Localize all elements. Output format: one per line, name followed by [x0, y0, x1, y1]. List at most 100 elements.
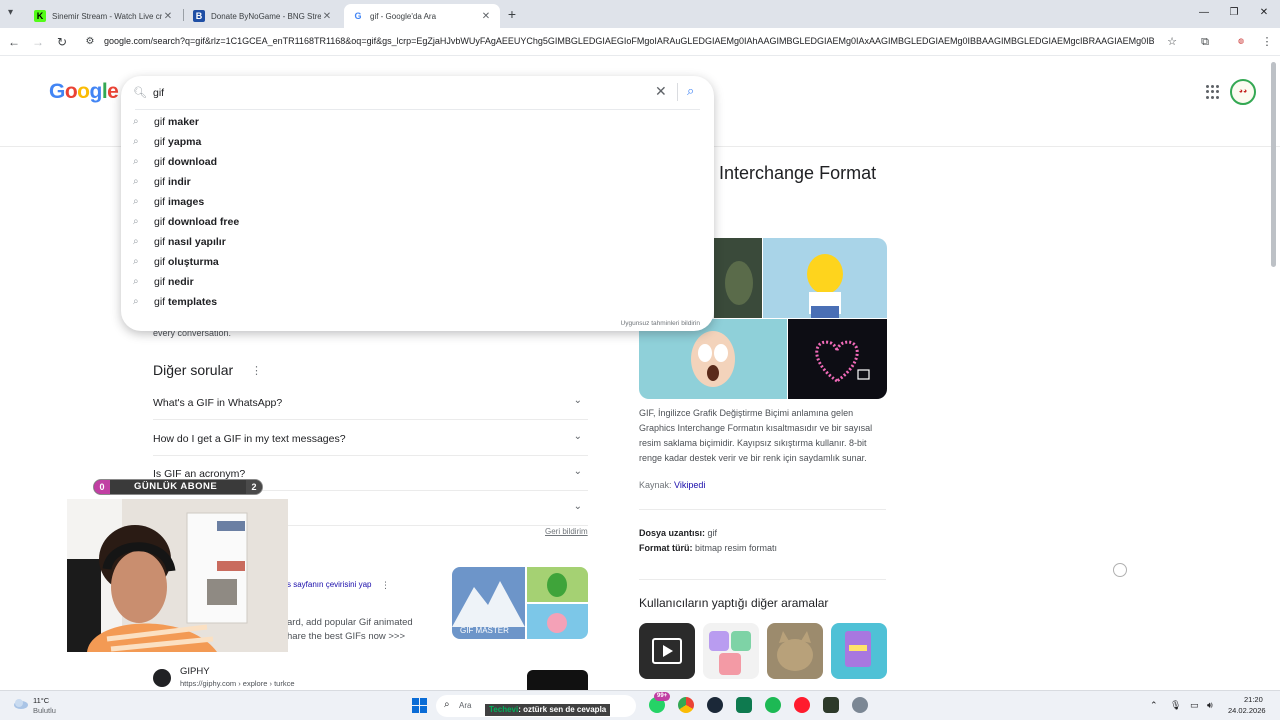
suggestion-completion: nasıl yapılır — [168, 236, 226, 248]
knowledge-panel-title: Interchange Format — [719, 163, 877, 183]
result-site-name[interactable]: GIPHY — [180, 666, 210, 677]
profile-icon[interactable]: ◍ — [1233, 34, 1249, 50]
suggestion-prefix: gif — [154, 116, 166, 128]
result-thumbnail[interactable] — [527, 670, 588, 690]
faq-item[interactable]: How do I get a GIF in my text messages? … — [153, 421, 588, 456]
result-thumbnails[interactable]: GIF MASTER — [452, 567, 588, 639]
more-options-icon[interactable]: ⋮ — [251, 364, 262, 377]
extensions-icon[interactable]: ⧉ — [1197, 34, 1213, 50]
site-info-icon[interactable]: ⚙ — [82, 34, 98, 50]
forward-arrow-icon[interactable]: → — [30, 34, 46, 50]
search-submit-icon[interactable]: ⌕ — [687, 83, 694, 99]
source-link[interactable]: Vikipedi — [674, 480, 705, 490]
clock-time[interactable]: 21:20 — [1244, 695, 1263, 704]
faq-question: How do I get a GIF in my text messages? — [153, 433, 346, 445]
knowledge-panel-source: Kaynak: Vikipedi — [639, 480, 705, 490]
microphone-icon[interactable]: 🎙︎ — [1170, 700, 1181, 711]
google-apps-icon[interactable] — [1206, 85, 1220, 99]
clock-date[interactable]: 24.02.2026 — [1228, 706, 1266, 715]
bookmark-star-icon[interactable]: ☆ — [1164, 34, 1180, 50]
tab-sinemir-stream[interactable]: K Sinemir Stream - Watch Live cr ✕ — [26, 4, 182, 28]
weather-temperature[interactable]: 11°C — [33, 696, 49, 705]
cloud-icon[interactable] — [12, 697, 30, 711]
search-icon: ⌕ — [133, 216, 139, 227]
weather-condition[interactable]: Bulutlu — [33, 706, 56, 715]
suggestion-item[interactable]: ⌕ gif download free — [121, 212, 714, 232]
result-url[interactable]: https://giphy.com › explore › turkce — [180, 679, 295, 688]
suggestion-completion: download free — [168, 216, 240, 228]
stream-chat-caption: Techevi: oztürk sen de cevapla — [485, 704, 611, 716]
tab-close-icon[interactable]: ✕ — [480, 11, 492, 22]
fact-value: gif — [707, 528, 718, 538]
new-tab-button[interactable]: + — [504, 6, 520, 22]
address-bar[interactable]: google.com/search?q=gif&rlz=1C1GCEA_enTR… — [104, 36, 1154, 50]
suggestion-item[interactable]: ⌕ gif maker — [121, 112, 714, 132]
suggestion-text: gif oluşturma — [154, 256, 219, 268]
suggestion-item[interactable]: ⌕ gif templates — [121, 292, 714, 312]
spotify-icon[interactable] — [765, 697, 781, 713]
steam-icon[interactable] — [707, 697, 723, 713]
back-arrow-icon[interactable]: ← — [6, 34, 22, 50]
settings-icon[interactable] — [852, 697, 868, 713]
result-options-icon[interactable]: ⋮ — [381, 580, 390, 591]
suggestion-item[interactable]: ⌕ gif download — [121, 152, 714, 172]
suggestion-completion: indir — [168, 176, 191, 188]
game-icon[interactable] — [823, 697, 839, 713]
suggestion-text: gif download — [154, 156, 217, 168]
minimize-icon[interactable]: — — [1197, 6, 1211, 20]
faq-item[interactable]: What's a GIF in WhatsApp? ⌄ — [153, 385, 588, 420]
search-placeholder: Ara — [459, 701, 472, 710]
other-search-dice-thumb[interactable] — [703, 623, 759, 679]
clear-icon[interactable]: ✕ — [655, 83, 667, 100]
tab-close-icon[interactable]: ✕ — [321, 11, 333, 22]
other-searches-title: Kullanıcıların yaptığı diğer aramalar — [639, 596, 829, 610]
feedback-link[interactable]: Geri bildirim — [545, 527, 588, 536]
tab-search-chevron-icon[interactable]: ▾ — [8, 7, 20, 19]
divider — [639, 579, 886, 580]
chevron-down-icon: ⌄ — [573, 501, 582, 512]
other-search-video-thumb[interactable] — [639, 623, 695, 679]
suggestion-item[interactable]: ⌕ gif nedir — [121, 272, 714, 292]
other-search-bmp-thumb[interactable] — [831, 623, 887, 679]
heart-gif-image[interactable] — [788, 319, 887, 399]
google-logo[interactable]: Google — [49, 80, 119, 104]
homer-gif-image[interactable] — [763, 238, 887, 318]
suggestion-item[interactable]: ⌕ gif oluşturma — [121, 252, 714, 272]
avatar[interactable]: ◕◕ — [1230, 79, 1256, 105]
report-predictions-link[interactable]: Uygunsuz tahminleri bildirin — [621, 320, 700, 327]
sub-bar-label: GÜNLÜK ABONE — [134, 481, 218, 492]
restore-icon[interactable]: ❐ — [1227, 6, 1241, 20]
suggestion-item[interactable]: ⌕ gif nasıl yapılır — [121, 232, 714, 252]
tray-chevron-up-icon[interactable]: ⌃ — [1150, 700, 1158, 711]
tab-close-icon[interactable]: ✕ — [162, 11, 174, 22]
suggestion-item[interactable]: ⌕ gif yapma — [121, 132, 714, 152]
search-icon: ⌕ — [133, 196, 139, 207]
reload-icon[interactable]: ↻ — [54, 34, 70, 50]
menu-dots-icon[interactable]: ⋮ — [1259, 34, 1275, 50]
other-search-cat-thumb[interactable] — [767, 623, 823, 679]
search-input[interactable] — [153, 85, 633, 101]
webcam-feed — [67, 499, 288, 652]
close-window-icon[interactable]: ✕ — [1257, 6, 1271, 20]
opera-icon[interactable] — [794, 697, 810, 713]
search-icon: ⌕ — [133, 276, 139, 287]
tab-donate-bynogame[interactable]: B Donate ByNoGame - BNG Strea ✕ — [185, 4, 341, 28]
chrome-icon[interactable] — [678, 697, 694, 713]
network-icon[interactable]: ▭ — [1190, 700, 1199, 711]
suggestion-completion: maker — [168, 116, 199, 128]
volume-icon[interactable]: 🔊︎ — [1207, 700, 1213, 711]
other-questions-title: Diğer sorular — [153, 362, 234, 378]
cartoon-gif-image[interactable] — [639, 319, 787, 399]
suggestion-prefix: gif — [154, 136, 166, 148]
page-scrollbar[interactable] — [1271, 62, 1276, 267]
tab-google-search[interactable]: G gif - Google'da Ara ✕ — [344, 4, 500, 28]
suggestion-prefix: gif — [154, 236, 166, 248]
suggestion-text: gif indir — [154, 176, 191, 188]
suggestion-item[interactable]: ⌕ gif images — [121, 192, 714, 212]
tab-title: Donate ByNoGame - BNG Strea — [211, 11, 321, 21]
translate-page-link[interactable]: s sayfanın çevirisini yap — [287, 580, 371, 589]
suggestion-text: gif maker — [154, 116, 199, 128]
app-icon[interactable] — [736, 697, 752, 713]
suggestion-item[interactable]: ⌕ gif indir — [121, 172, 714, 192]
windows-start-icon[interactable] — [412, 698, 427, 713]
